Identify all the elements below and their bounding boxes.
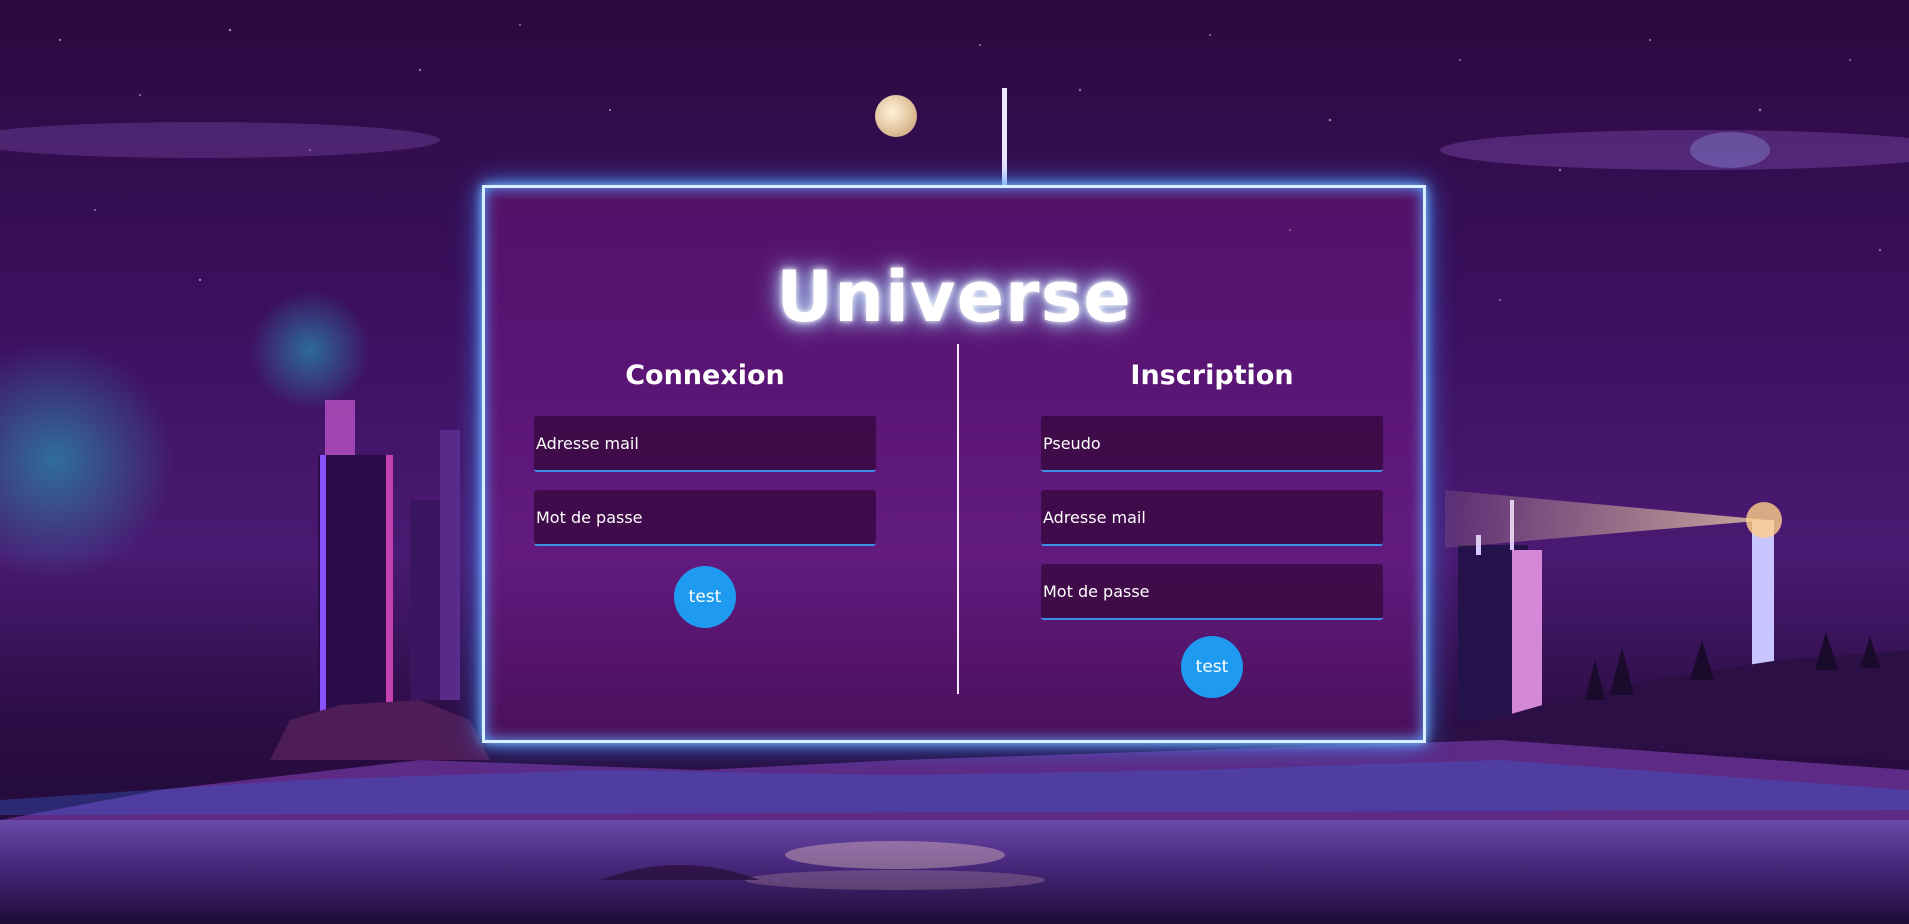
signup-email-field[interactable] (1041, 490, 1383, 546)
column-divider (957, 344, 959, 694)
signup-form: Inscription test (1041, 358, 1383, 698)
signup-username-field[interactable] (1041, 416, 1383, 472)
signup-submit-button[interactable]: test (1181, 636, 1243, 698)
signup-heading: Inscription (1130, 360, 1294, 391)
login-form: Connexion test (534, 358, 876, 628)
login-password-field[interactable] (534, 490, 876, 546)
login-email-field[interactable] (534, 416, 876, 472)
login-submit-button[interactable]: test (674, 566, 736, 628)
app-title: Universe (776, 256, 1132, 338)
signup-password-field[interactable] (1041, 564, 1383, 620)
login-heading: Connexion (625, 360, 785, 391)
auth-card: Universe Connexion test Inscription test (482, 185, 1426, 743)
